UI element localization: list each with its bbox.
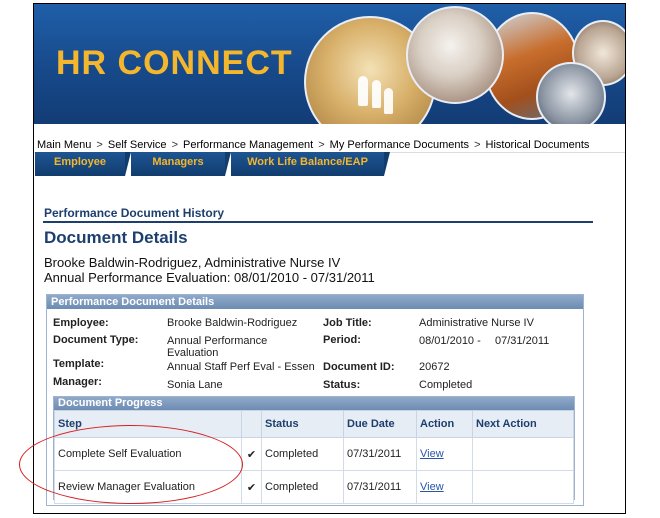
employee-summary: Brooke Baldwin-Rodriguez, Administrative…	[44, 255, 341, 270]
next-action-cell	[472, 470, 574, 504]
column-check	[241, 410, 262, 438]
tab-managers[interactable]: Managers	[131, 152, 231, 176]
document-type-label: Document Type:	[53, 334, 139, 346]
period-label: Period:	[323, 334, 361, 346]
history-title: Performance Document History	[44, 206, 225, 220]
status-cell: Completed	[261, 437, 344, 471]
action-cell: View	[416, 470, 473, 504]
breadcrumb-my-performance-documents[interactable]: My Performance Documents	[330, 139, 469, 151]
tab-work-life-balance[interactable]: Work Life Balance/EAP	[231, 152, 390, 176]
template-label: Template:	[53, 358, 105, 370]
check-icon: ✔	[241, 437, 262, 471]
breadcrumb-separator: >	[318, 139, 325, 151]
column-due-date: Due Date	[343, 410, 417, 438]
annotation-ellipse	[19, 425, 243, 504]
status-cell: Completed	[261, 470, 344, 504]
template-value: Annual Staff Perf Eval - Essen	[167, 361, 315, 373]
view-link[interactable]: View	[420, 481, 444, 493]
next-action-cell	[472, 437, 574, 471]
document-progress-header: Document Progress	[54, 397, 574, 410]
employee-value: Brooke Baldwin-Rodriguez	[167, 317, 298, 329]
history-divider	[43, 221, 593, 223]
status-value: Completed	[419, 379, 473, 391]
breadcrumb-performance-management[interactable]: Performance Management	[183, 139, 313, 151]
breadcrumb-separator: >	[474, 139, 481, 151]
period-end: 07/31/2011	[495, 335, 550, 347]
column-next-action: Next Action	[472, 410, 574, 438]
due-date-cell: 07/31/2011	[343, 437, 417, 471]
view-link[interactable]: View	[420, 448, 444, 460]
breadcrumb-separator: >	[171, 139, 178, 151]
document-id-label: Document ID:	[323, 361, 395, 373]
page-title: Document Details	[44, 228, 188, 247]
check-icon: ✔	[241, 470, 262, 504]
manager-value: Sonia Lane	[167, 379, 223, 391]
action-cell: View	[416, 437, 473, 471]
job-title-label: Job Title:	[323, 317, 372, 329]
evaluation-summary: Annual Performance Evaluation: 08/01/201…	[44, 270, 375, 285]
employee-label: Employee:	[53, 317, 109, 329]
due-date-cell: 07/31/2011	[343, 470, 417, 504]
breadcrumb-separator: >	[96, 139, 103, 151]
breadcrumb-main-menu[interactable]: Main Menu	[37, 139, 91, 151]
job-title-value: Administrative Nurse IV	[419, 317, 534, 329]
banner-title: HR CONNECT	[56, 44, 293, 82]
photo-nurse-portrait	[406, 6, 504, 104]
breadcrumb-self-service[interactable]: Self Service	[108, 139, 167, 151]
status-label: Status:	[323, 379, 361, 391]
hr-connect-banner: HR CONNECT	[34, 4, 625, 124]
manager-label: Manager:	[53, 376, 102, 388]
breadcrumb: Main Menu > Self Service > Performance Manag…	[37, 139, 589, 151]
document-type-value: Annual Performance Evaluation	[167, 335, 268, 359]
column-action: Action	[416, 410, 473, 438]
photo-surgeon-portrait	[536, 62, 606, 124]
breadcrumb-historical-documents[interactable]: Historical Documents	[486, 139, 590, 151]
period-start: 08/01/2010 -	[419, 335, 481, 347]
column-status: Status	[261, 410, 344, 438]
document-details-header: Performance Document Details	[47, 295, 583, 309]
tab-employee[interactable]: Employee	[35, 152, 131, 176]
document-id-value: 20672	[419, 361, 450, 373]
